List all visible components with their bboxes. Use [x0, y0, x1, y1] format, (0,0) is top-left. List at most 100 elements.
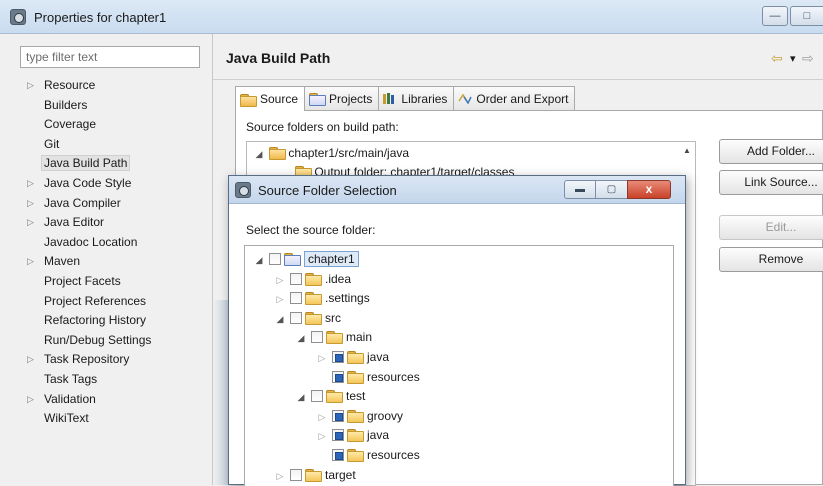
expand-arrow-icon[interactable]: ▷ — [316, 349, 328, 369]
tab-source[interactable]: Source — [235, 86, 306, 111]
sidebar-item-label: Java Code Style — [44, 175, 132, 190]
sidebar-item[interactable]: Builders — [0, 96, 151, 116]
expand-arrow-icon[interactable]: ▷ — [27, 252, 34, 272]
expand-arrow-icon[interactable]: ▷ — [27, 194, 34, 214]
folder-checkbox[interactable] — [311, 390, 323, 403]
folder-tree-row[interactable]: ▷ target — [274, 466, 356, 486]
folder-icon — [305, 311, 322, 325]
tab-projects[interactable]: Projects — [304, 86, 380, 110]
add-folder-button[interactable]: Add Folder... — [719, 139, 823, 164]
expand-arrow-icon[interactable]: ▷ — [27, 174, 34, 194]
forward-arrow-icon[interactable]: ⇨ — [802, 50, 814, 67]
sidebar-item[interactable]: WikiText — [0, 409, 151, 429]
folder-checkbox[interactable] — [332, 429, 344, 442]
history-dropdown-icon[interactable]: ▾ — [790, 52, 796, 65]
folder-checkbox[interactable] — [290, 272, 302, 285]
expand-arrow-icon[interactable]: ▷ — [274, 467, 286, 486]
sidebar-item[interactable]: ▷ Resource — [0, 76, 151, 96]
folder-tree-row[interactable]: ◢ test — [295, 387, 365, 407]
expand-arrow-icon[interactable]: ▷ — [274, 271, 286, 291]
folder-checkbox[interactable] — [290, 311, 302, 324]
sidebar-item[interactable]: Refactoring History — [0, 311, 151, 331]
link-source-button[interactable]: Link Source... — [719, 170, 823, 195]
sidebar-item[interactable]: ▷ Maven — [0, 252, 151, 272]
folder-tree-row[interactable]: ◢ chapter1 — [253, 250, 359, 270]
sidebar-item[interactable]: ▷ Java Editor — [0, 213, 151, 233]
folder-icon — [347, 449, 364, 462]
remove-button[interactable]: Remove — [719, 247, 823, 272]
expand-arrow-icon[interactable]: ▷ — [316, 427, 328, 447]
folder-tree-label: chapter1 — [304, 251, 359, 267]
folder-checkbox[interactable] — [290, 468, 302, 481]
tree-row[interactable]: ◢ chapter1/src/main/java — [253, 146, 409, 160]
sidebar-item[interactable]: Run/Debug Settings — [0, 331, 151, 351]
folder-tree-label: .settings — [325, 291, 370, 306]
folder-checkbox[interactable] — [269, 253, 281, 265]
folder-tree-label: java — [367, 428, 390, 443]
folder-tree-row[interactable]: ▷ java — [316, 348, 389, 368]
sidebar-item-label: Project Facets — [44, 273, 121, 288]
folder-tree-row[interactable]: ▷ groovy — [316, 407, 403, 427]
collapse-arrow-icon[interactable]: ◢ — [295, 329, 307, 349]
dialog-maximize-button[interactable]: ▢ — [595, 180, 628, 199]
tab-order-export[interactable]: Order and Export — [453, 86, 576, 110]
sidebar-item[interactable]: Git — [0, 135, 151, 155]
page-title: Java Build Path — [226, 50, 331, 66]
folder-tree-label: target — [325, 467, 356, 482]
collapse-arrow-icon[interactable]: ◢ — [295, 388, 307, 408]
folder-selection-tree[interactable]: ◢ chapter1 ▷ .idea ▷ .settings ◢ src ◢ main ▷ java r… — [244, 245, 674, 486]
maximize-button[interactable]: □ — [790, 6, 823, 26]
sidebar-item[interactable]: Javadoc Location — [0, 233, 151, 253]
folder-tree-row[interactable]: ◢ main — [295, 328, 372, 348]
build-path-tabs: Source Projects Libraries Order and Expo… — [235, 86, 576, 111]
folder-checkbox[interactable] — [332, 370, 344, 383]
collapse-arrow-icon[interactable]: ◢ — [253, 251, 265, 271]
sidebar-item[interactable]: Task Tags — [0, 370, 151, 390]
folder-checkbox[interactable] — [311, 331, 323, 344]
sidebar-item[interactable]: ▷ Java Compiler — [0, 194, 151, 214]
folder-checkbox[interactable] — [332, 409, 344, 422]
folder-tree-row[interactable]: ▷ .idea — [274, 270, 351, 290]
folder-tree-row[interactable]: ▷ .settings — [274, 289, 370, 309]
expand-arrow-icon[interactable]: ▷ — [27, 213, 34, 233]
dialog-minimize-button[interactable]: ▬ — [564, 180, 596, 199]
folder-tree-label: test — [346, 389, 366, 404]
folder-checkbox[interactable] — [290, 292, 302, 305]
sidebar-item[interactable]: Project References — [0, 292, 151, 312]
sidebar-item[interactable]: Java Build Path — [0, 154, 151, 174]
projects-icon — [309, 93, 327, 106]
sidebar-item-label: Java Compiler — [44, 195, 121, 210]
expanded-icon: ◢ — [255, 149, 263, 159]
sidebar-item[interactable]: Coverage — [0, 115, 151, 135]
back-arrow-icon[interactable]: ⇦ — [771, 50, 783, 67]
sidebar-item[interactable]: ▷ Task Repository — [0, 350, 151, 370]
expand-arrow-icon[interactable]: ▷ — [316, 408, 328, 428]
minimize-button[interactable]: — — [762, 6, 788, 26]
sidebar-item[interactable]: Project Facets — [0, 272, 151, 292]
collapse-arrow-icon[interactable]: ◢ — [274, 310, 286, 330]
folder-checkbox[interactable] — [332, 351, 344, 363]
edit-button[interactable]: Edit... — [719, 215, 823, 240]
tab-libraries[interactable]: Libraries — [378, 86, 455, 110]
expand-arrow-icon[interactable]: ▷ — [27, 390, 34, 410]
dialog-close-button[interactable]: x — [627, 180, 671, 199]
sidebar-item[interactable]: ▷ Java Code Style — [0, 174, 151, 194]
expand-arrow-icon[interactable]: ▷ — [27, 350, 34, 370]
folder-icon — [326, 390, 343, 404]
filter-input[interactable]: type filter text — [20, 46, 200, 68]
folder-checkbox[interactable] — [332, 449, 344, 461]
sidebar-item-label: Resource — [44, 78, 96, 92]
sidebar-item-label: Builders — [44, 97, 88, 112]
scroll-up-arrow-icon[interactable]: ▲ — [679, 142, 695, 160]
expand-arrow-icon[interactable]: ▷ — [27, 76, 34, 96]
folder-tree-row[interactable]: ▷ java — [316, 426, 389, 446]
folder-tree-row[interactable]: resources — [316, 446, 420, 466]
eclipse-window-icon — [10, 9, 26, 25]
sidebar-item-label: Java Editor — [44, 215, 105, 230]
folder-tree-row[interactable]: resources — [316, 368, 420, 388]
sidebar-item-label: Coverage — [44, 117, 97, 132]
page-header: Java Build Path ⇦ ▾ ⇨ — [213, 34, 823, 80]
expand-arrow-icon[interactable]: ▷ — [274, 290, 286, 310]
folder-tree-row[interactable]: ◢ src — [274, 309, 341, 329]
sidebar-item[interactable]: ▷ Validation — [0, 390, 151, 410]
